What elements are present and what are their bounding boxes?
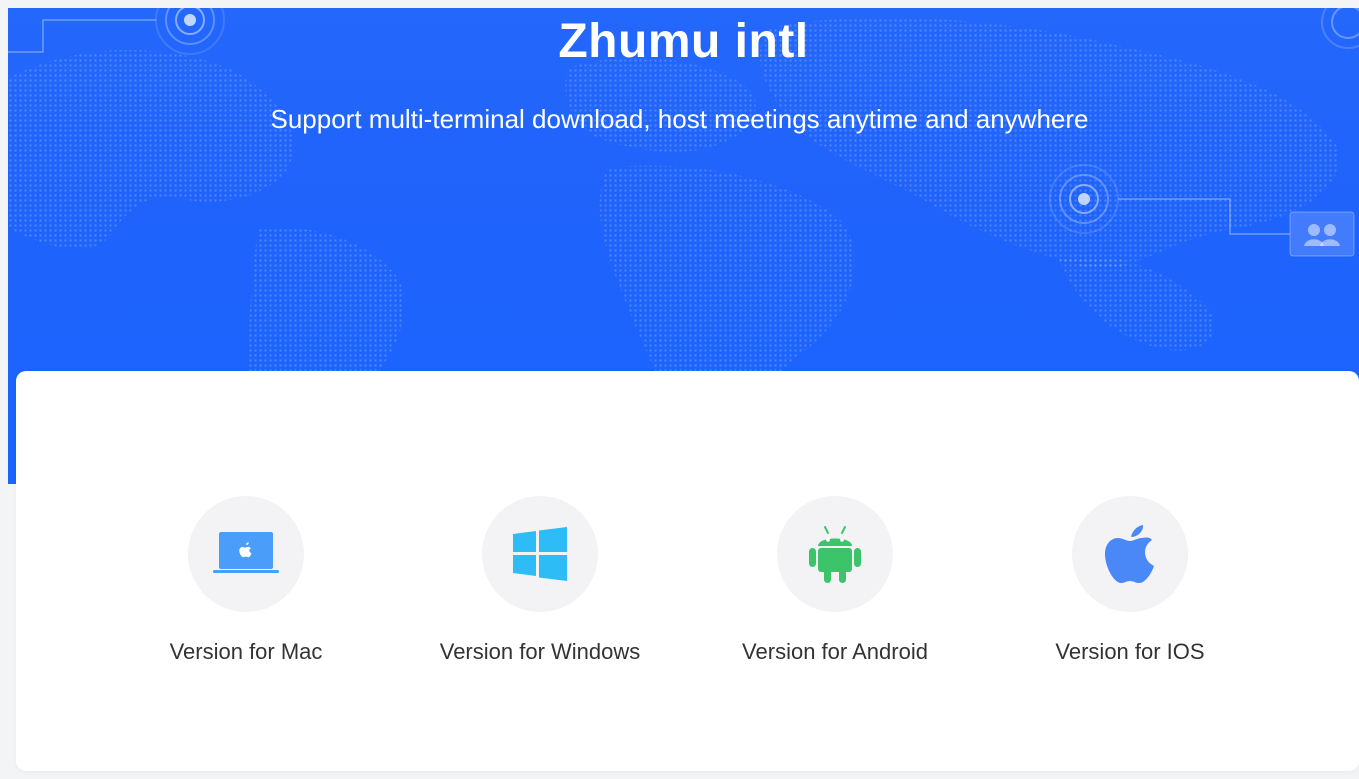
mac-icon-circle[interactable] — [188, 496, 304, 612]
download-windows[interactable]: Version for Windows — [390, 496, 690, 665]
download-android[interactable]: Version for Android — [685, 496, 985, 665]
windows-icon-circle[interactable] — [482, 496, 598, 612]
download-page: Zhumu intl Support multi-terminal downlo… — [0, 0, 1359, 779]
download-ios-label[interactable]: Version for IOS — [980, 639, 1280, 665]
download-ios[interactable]: Version for IOS — [980, 496, 1280, 665]
download-mac-label[interactable]: Version for Mac — [96, 639, 396, 665]
android-icon-circle[interactable] — [777, 496, 893, 612]
android-robot-icon — [809, 526, 861, 583]
download-card: Version for Mac Version for Windows Vers… — [16, 371, 1359, 771]
download-mac[interactable]: Version for Mac — [96, 496, 396, 665]
download-android-label[interactable]: Version for Android — [685, 639, 985, 665]
ios-icon-circle[interactable] — [1072, 496, 1188, 612]
apple-logo-icon — [1105, 525, 1154, 583]
windows-logo-icon — [513, 527, 567, 581]
mac-laptop-icon — [213, 532, 279, 573]
page-title: Zhumu intl — [558, 15, 809, 68]
page-subtitle: Support multi-terminal download, host me… — [270, 104, 1089, 134]
download-windows-label[interactable]: Version for Windows — [390, 639, 690, 665]
